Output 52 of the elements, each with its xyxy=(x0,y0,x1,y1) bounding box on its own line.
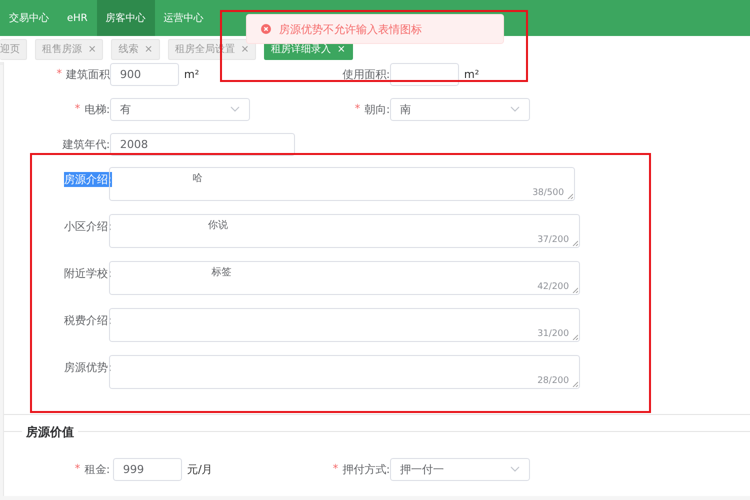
required-mark: * xyxy=(332,462,338,476)
char-count: 37/200 xyxy=(537,235,569,245)
resize-handle-icon xyxy=(572,240,578,246)
input-field[interactable] xyxy=(390,62,459,86)
select-field[interactable]: 有 xyxy=(110,98,250,120)
char-count: 28/200 xyxy=(537,376,569,386)
select-field[interactable]: 押一付一 xyxy=(390,458,530,480)
close-icon[interactable]: × xyxy=(144,44,153,54)
field-label: 电梯: xyxy=(84,102,110,116)
field-label: 押付方式: xyxy=(342,462,390,476)
close-icon[interactable]: × xyxy=(240,44,250,54)
close-icon[interactable]: × xyxy=(88,44,96,54)
page-tab[interactable]: 租售房源 × xyxy=(35,38,104,60)
required-mark: * xyxy=(56,66,62,82)
resize-handle-icon xyxy=(567,193,573,199)
input-field[interactable]: 999 xyxy=(113,458,182,480)
field-label: 建筑面积 xyxy=(66,66,110,82)
char-count: 42/200 xyxy=(537,282,569,292)
chevron-down-icon xyxy=(510,106,520,112)
close-icon[interactable]: × xyxy=(337,44,346,54)
field-label: 使用面积: xyxy=(342,66,390,82)
resize-handle-icon xyxy=(572,287,578,293)
nav-tab[interactable]: 交易中心 xyxy=(0,0,58,36)
required-mark: * xyxy=(74,102,80,116)
unit-label: 元/月 xyxy=(187,462,213,476)
select-field[interactable]: 南 xyxy=(390,98,530,120)
char-count: 31/200 xyxy=(537,329,569,339)
field-value: 标签 xyxy=(210,266,232,279)
unit-label: m² xyxy=(464,68,480,80)
nav-tab[interactable]: 房客中心 xyxy=(96,0,155,36)
unit-label: m² xyxy=(184,68,200,80)
toast-message: 房源优势不允许输入表情图标 xyxy=(279,22,422,36)
nav-tab[interactable]: 运营中心 xyxy=(154,0,213,36)
required-mark: * xyxy=(74,462,80,476)
section-title: 房源价值 xyxy=(22,424,78,441)
input-field[interactable]: 2008 xyxy=(110,132,295,156)
chevron-down-icon xyxy=(230,106,240,112)
input-field[interactable]: 900 xyxy=(110,62,179,86)
error-icon xyxy=(261,24,271,34)
field-label: 朝向: xyxy=(364,102,390,116)
resize-handle-icon xyxy=(572,381,578,387)
resize-handle-icon xyxy=(572,334,578,340)
nav-tab[interactable]: eHR xyxy=(58,0,97,36)
field-label: 建筑年代: xyxy=(62,136,110,152)
char-count: 38/500 xyxy=(532,188,564,198)
field-value: 哈 xyxy=(191,172,204,185)
field-value: 你说 xyxy=(207,219,230,232)
required-mark: * xyxy=(354,102,360,116)
page-tab[interactable]: 迎页 xyxy=(0,38,27,60)
field-label: 租金: xyxy=(84,462,110,476)
chevron-down-icon xyxy=(510,466,520,472)
page-tab[interactable]: 线索 × xyxy=(111,38,160,60)
